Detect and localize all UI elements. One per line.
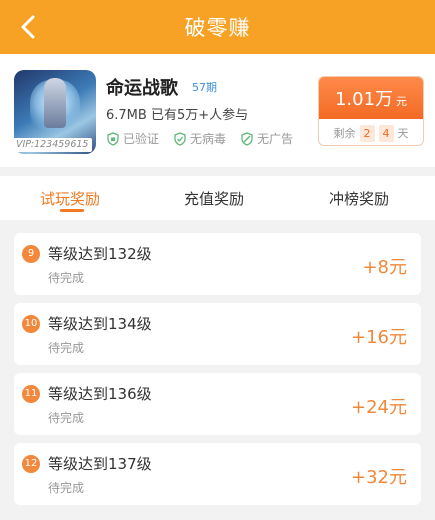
task-item[interactable]: 12 等级达到137级 待完成 +32元 <box>14 443 421 505</box>
tab-recharge-reward[interactable]: 充值奖励 <box>184 188 244 209</box>
tag-verified-label: 已验证 <box>123 132 160 146</box>
task-number-badge: 12 <box>22 455 40 473</box>
task-status: 待完成 <box>48 341 85 355</box>
game-name: 命运战歌 <box>106 78 178 99</box>
task-reward: +24元 <box>351 397 407 418</box>
no-virus-shield-icon <box>174 131 186 146</box>
task-status: 待完成 <box>48 271 85 285</box>
no-ads-shield-icon <box>241 131 253 146</box>
task-item[interactable]: 11 等级达到136级 待完成 +24元 <box>14 373 421 435</box>
days-ones: 4 <box>378 124 394 142</box>
task-status: 待完成 <box>48 481 85 495</box>
game-card: VIP:123459615 命运战歌 57期 6.7MB 已有5万+人参与 已验… <box>0 54 435 167</box>
days-tens: 2 <box>359 124 375 142</box>
task-reward: +8元 <box>362 257 407 278</box>
page-title: 破零赚 <box>184 16 251 40</box>
task-reward: +16元 <box>351 327 407 348</box>
reward-tabs: 试玩奖励 充值奖励 冲榜奖励 <box>0 176 435 220</box>
active-tab-indicator <box>60 209 84 212</box>
verified-shield-icon <box>107 131 119 146</box>
back-arrow-icon <box>21 15 35 39</box>
days-unit: 天 <box>397 127 409 140</box>
task-item[interactable]: 9 等级达到132级 待完成 +8元 <box>14 233 421 295</box>
task-title: 等级达到132级 <box>48 245 152 263</box>
tag-no-ads: 无广告 <box>240 130 293 147</box>
game-period: 57期 <box>192 81 217 94</box>
task-title: 等级达到136级 <box>48 385 152 403</box>
tab-ranking-reward[interactable]: 冲榜奖励 <box>329 188 389 209</box>
tab-trial-reward[interactable]: 试玩奖励 <box>40 188 100 209</box>
task-number-badge: 10 <box>22 315 40 333</box>
tag-no-ads-label: 无广告 <box>257 132 294 146</box>
app-header: 破零赚 <box>0 0 435 54</box>
task-item[interactable]: 10 等级达到134级 待完成 +16元 <box>14 303 421 365</box>
task-title: 等级达到134级 <box>48 315 152 333</box>
reward-box[interactable]: 1.01万 元 剩余 2 4 天 <box>318 76 424 146</box>
vip-id-label: VIP:123459615 <box>12 138 92 152</box>
game-meta: 6.7MB 已有5万+人参与 <box>106 108 249 123</box>
game-tags: 已验证 无病毒 无广告 <box>106 130 293 147</box>
task-reward: +32元 <box>351 467 407 488</box>
task-number-badge: 11 <box>22 385 40 403</box>
remaining-label: 剩余 <box>333 127 356 140</box>
tag-no-virus: 无病毒 <box>173 130 226 147</box>
task-status: 待完成 <box>48 411 85 425</box>
back-button[interactable] <box>14 12 42 42</box>
tag-verified: 已验证 <box>106 130 159 147</box>
game-icon-figure <box>44 78 66 128</box>
task-title: 等级达到137级 <box>48 455 152 473</box>
task-number-badge: 9 <box>22 245 40 263</box>
reward-amount-area: 1.01万 元 <box>319 77 423 119</box>
reward-amount: 1.01万 <box>334 89 394 110</box>
reward-countdown: 剩余 2 4 天 <box>319 119 423 145</box>
tag-no-virus-label: 无病毒 <box>190 132 227 146</box>
reward-unit: 元 <box>396 94 408 108</box>
